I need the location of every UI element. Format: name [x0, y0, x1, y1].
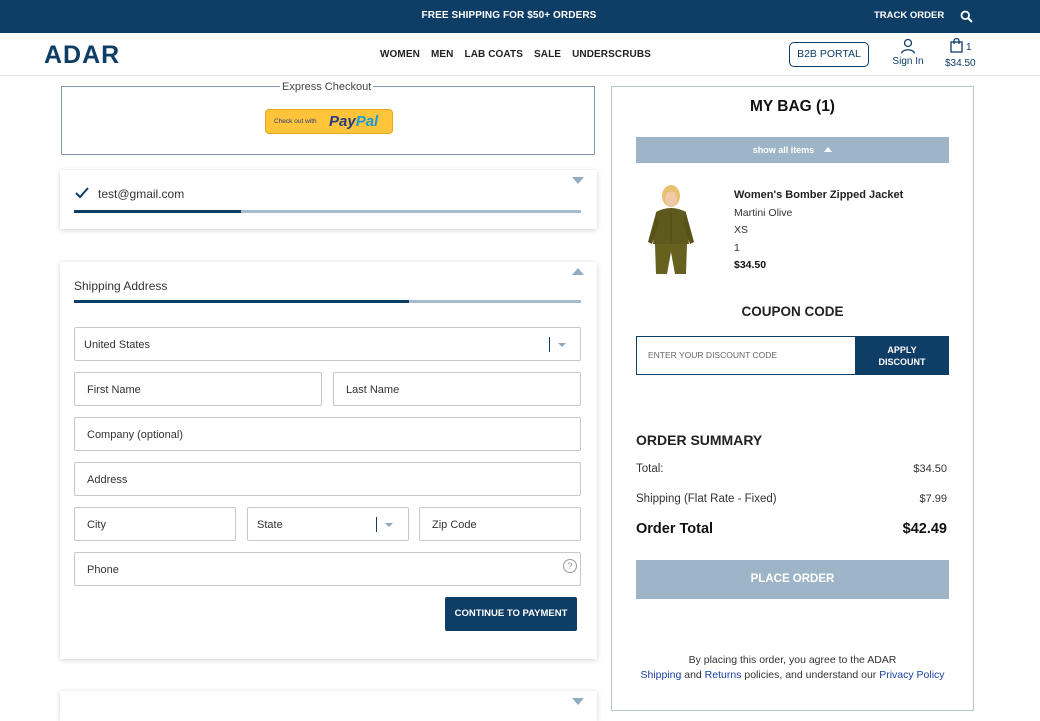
paypal-logo: PayPal: [329, 113, 378, 130]
express-checkout: Express Checkout Check out with PayPal: [61, 81, 595, 155]
order-total-row: Order Total $42.49: [636, 521, 949, 537]
discount-code-input[interactable]: ENTER YOUR DISCOUNT CODE: [636, 336, 856, 375]
chevron-up-icon: [824, 147, 833, 152]
email-step-card[interactable]: test@gmail.com: [60, 170, 597, 229]
order-total-label: Order Total: [636, 521, 714, 537]
address-field[interactable]: Address: [74, 462, 581, 496]
chevron-down-icon: [385, 523, 393, 527]
apply-discount-button[interactable]: APPLY DISCOUNT: [855, 336, 949, 375]
select-separator: [549, 337, 550, 352]
help-icon[interactable]: ?: [563, 559, 577, 573]
email-step-progress: [74, 210, 581, 213]
legal-text-2: policies, and understand our: [741, 669, 880, 681]
state-placeholder: State: [257, 519, 283, 531]
search-icon[interactable]: [960, 10, 973, 23]
sign-in-label: Sign In: [892, 56, 924, 67]
paypal-logo-pay: Pay: [329, 113, 356, 130]
product-color: Martini Olive: [734, 206, 793, 219]
last-name-placeholder: Last Name: [346, 384, 400, 396]
product-image[interactable]: [642, 182, 696, 278]
product-quantity: 1: [734, 241, 740, 254]
chevron-down-icon[interactable]: [572, 698, 584, 705]
country-value: United States: [84, 339, 151, 351]
summary-shipping-value: $7.99: [919, 493, 947, 505]
legal-text-1: By placing this order, you agree to the …: [688, 654, 897, 666]
zip-code-placeholder: Zip Code: [432, 519, 477, 531]
adar-logo[interactable]: ADAR: [44, 41, 120, 70]
shipping-step-progress: [74, 300, 581, 303]
country-select[interactable]: United States: [74, 327, 581, 361]
order-summary-title: ORDER SUMMARY: [636, 432, 763, 448]
place-order-button[interactable]: PLACE ORDER: [636, 560, 949, 599]
continue-to-payment-button[interactable]: CONTINUE TO PAYMENT: [445, 597, 577, 631]
cart-total: $34.50: [945, 58, 976, 69]
company-placeholder: Company (optional): [87, 429, 183, 441]
state-select[interactable]: State: [247, 507, 409, 541]
payment-step-card[interactable]: [60, 691, 597, 721]
main-nav: WOMEN MEN LAB COATS SALE UNDERSCRUBS: [380, 49, 662, 60]
privacy-policy-link[interactable]: Privacy Policy: [879, 669, 944, 681]
nav-women[interactable]: WOMEN: [380, 49, 420, 60]
bag-item-details: Women's Bomber Zipped Jacket Martini Oli…: [734, 187, 903, 275]
phone-field[interactable]: Phone ?: [74, 552, 581, 586]
company-field[interactable]: Company (optional): [74, 417, 581, 451]
paypal-logo-pal: Pal: [355, 113, 379, 130]
shipping-step-progress-fill: [74, 300, 409, 303]
legal-notice: By placing this order, you agree to the …: [632, 653, 953, 683]
my-bag-title: MY BAG (1): [750, 98, 835, 115]
user-icon: [900, 38, 916, 54]
shipping-address-title: Shipping Address: [74, 279, 168, 293]
my-bag-panel: MY BAG (1) show all items Women's Bomber…: [611, 86, 974, 711]
order-total-value: $42.49: [902, 521, 947, 537]
shipping-address-card: Shipping Address United States First Nam…: [60, 262, 597, 659]
legal-and: and: [681, 669, 705, 681]
first-name-placeholder: First Name: [87, 384, 141, 396]
nav-men[interactable]: MEN: [431, 49, 454, 60]
paypal-check-out-with: Check out with: [274, 118, 317, 125]
express-checkout-legend: Express Checkout: [280, 81, 374, 93]
b2b-portal-button[interactable]: B2B PORTAL: [789, 42, 869, 67]
site-header: ADAR WOMEN MEN LAB COATS SALE UNDERSCRUB…: [0, 33, 1040, 76]
summary-shipping-row: Shipping (Flat Rate - Fixed) $7.99: [636, 493, 949, 505]
chevron-down-icon: [558, 343, 566, 347]
last-name-field[interactable]: Last Name: [333, 372, 581, 406]
first-name-field[interactable]: First Name: [74, 372, 322, 406]
email-value: test@gmail.com: [98, 187, 185, 201]
shopping-bag-icon: [950, 38, 963, 53]
phone-placeholder: Phone: [87, 564, 119, 576]
chevron-up-icon[interactable]: [572, 268, 584, 275]
nav-lab-coats[interactable]: LAB COATS: [464, 49, 523, 60]
address-placeholder: Address: [87, 474, 128, 486]
show-all-items-label: show all items: [752, 145, 815, 155]
summary-total-value: $34.50: [913, 463, 947, 475]
sign-in-link[interactable]: Sign In: [890, 38, 926, 67]
shipping-policy-link[interactable]: Shipping: [640, 669, 681, 681]
checkmark-icon: [75, 187, 89, 199]
select-separator: [376, 517, 377, 532]
zip-code-field[interactable]: Zip Code: [419, 507, 581, 541]
city-placeholder: City: [87, 519, 106, 531]
summary-shipping-label: Shipping (Flat Rate - Fixed): [636, 493, 777, 505]
coupon-code-title: COUPON CODE: [741, 304, 844, 319]
returns-policy-link[interactable]: Returns: [705, 669, 742, 681]
chevron-down-icon[interactable]: [572, 177, 584, 184]
summary-total-row: Total: $34.50: [636, 463, 949, 475]
show-all-items-toggle[interactable]: show all items: [636, 137, 949, 163]
free-shipping-promo: FREE SHIPPING FOR $50+ ORDERS: [421, 10, 597, 21]
cart-count: 1: [966, 42, 972, 53]
apply-discount-label-2: DISCOUNT: [878, 357, 926, 367]
city-field[interactable]: City: [74, 507, 236, 541]
nav-sale[interactable]: SALE: [534, 49, 561, 60]
email-step-progress-fill: [74, 210, 242, 213]
summary-total-label: Total:: [636, 463, 664, 475]
product-name[interactable]: Women's Bomber Zipped Jacket: [734, 187, 903, 205]
paypal-checkout-button[interactable]: Check out with PayPal: [265, 109, 393, 134]
apply-discount-label-1: APPLY: [887, 345, 917, 355]
product-price: $34.50: [734, 259, 767, 271]
product-size: XS: [734, 224, 749, 236]
track-order-link[interactable]: TRACK ORDER: [874, 10, 944, 21]
promo-banner: FREE SHIPPING FOR $50+ ORDERS TRACK ORDE…: [0, 0, 1040, 33]
nav-underscrubs[interactable]: UNDERSCRUBS: [572, 49, 651, 60]
